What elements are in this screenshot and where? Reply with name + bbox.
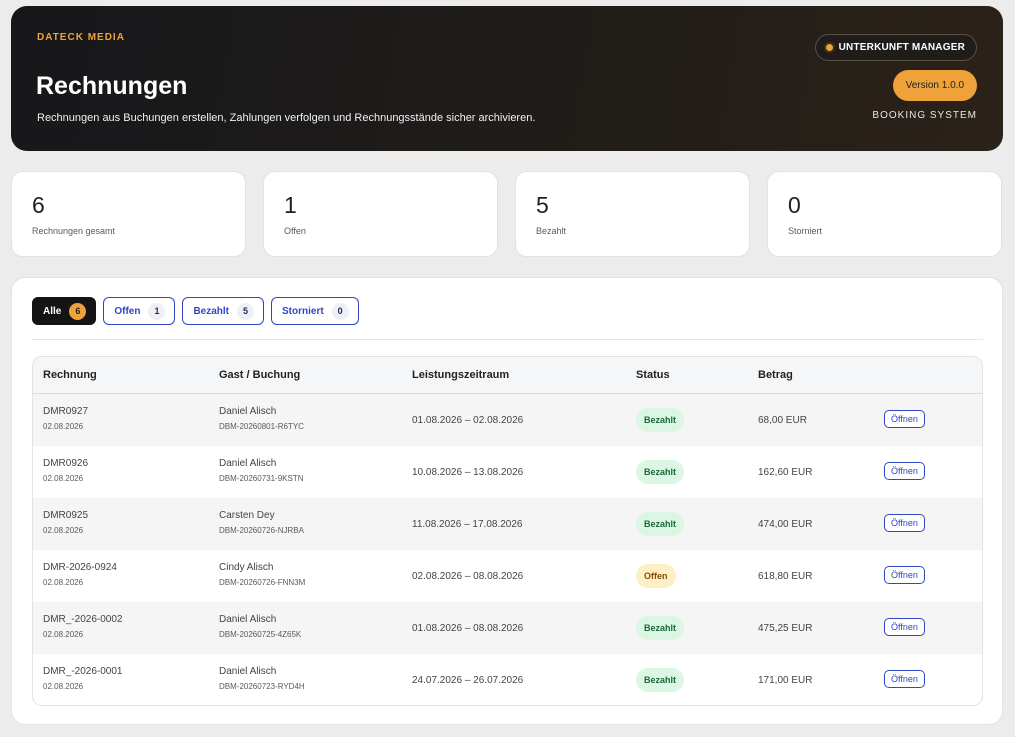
open-invoice-button[interactable]: Öffnen <box>884 566 925 584</box>
invoice-number: DMR-2026-0924 <box>43 562 117 573</box>
invoice-date: 02.08.2026 <box>43 526 84 535</box>
stat-value: 1 <box>284 192 297 218</box>
table-row: DMR0927 02.08.2026 Daniel Alisch DBM-202… <box>33 394 982 446</box>
amount: 171,00 EUR <box>758 675 813 686</box>
status-badge: Bezahlt <box>636 616 685 640</box>
service-period: 10.08.2026 – 13.08.2026 <box>412 467 524 478</box>
manager-label: UNTERKUNFT MANAGER <box>838 42 965 53</box>
open-invoice-button[interactable]: Öffnen <box>884 410 925 428</box>
filter-all[interactable]: Alle 6 <box>32 297 97 325</box>
booking-id: DBM-20260723-RYD4H <box>219 682 305 691</box>
page-title: Rechnungen <box>36 72 188 100</box>
amount: 475,25 EUR <box>758 623 813 634</box>
status-badge: Bezahlt <box>636 408 685 432</box>
filter-cancelled[interactable]: Storniert 0 <box>271 297 359 325</box>
invoice-number: DMR_-2026-0002 <box>43 614 123 625</box>
table-header: Rechnung Gast / Buchung Leistungszeitrau… <box>33 357 982 394</box>
guest-name: Cindy Alisch <box>219 562 274 573</box>
divider <box>32 339 983 340</box>
table-row: DMR0925 02.08.2026 Carsten Dey DBM-20260… <box>33 498 982 550</box>
status-dot-icon <box>825 44 833 51</box>
page-subtitle: Rechnungen aus Buchungen erstellen, Zahl… <box>37 112 536 124</box>
status-badge: Bezahlt <box>636 668 685 692</box>
stat-label: Offen <box>284 226 306 236</box>
amount: 162,60 EUR <box>758 467 813 478</box>
stat-value: 5 <box>536 192 549 218</box>
stat-label: Rechnungen gesamt <box>32 226 116 236</box>
filter-count: 0 <box>331 302 349 320</box>
table-row: DMR_-2026-0001 02.08.2026 Daniel Alisch … <box>33 654 982 705</box>
column-header: Status <box>636 369 670 381</box>
invoice-date: 02.08.2026 <box>43 682 84 691</box>
service-period: 02.08.2026 – 08.08.2026 <box>412 571 524 582</box>
invoice-number: DMR0926 <box>43 458 89 469</box>
guest-name: Daniel Alisch <box>219 666 277 677</box>
filter-label: Storniert <box>282 305 324 317</box>
invoice-date: 02.08.2026 <box>43 630 84 639</box>
stat-card-total: 6 Rechnungen gesamt <box>11 171 246 257</box>
booking-id: DBM-20260731-9KSTN <box>219 474 304 483</box>
table-row: DMR0926 02.08.2026 Daniel Alisch DBM-202… <box>33 446 982 498</box>
booking-id: DBM-20260726-NJRBA <box>219 526 304 535</box>
stat-label: Storniert <box>788 226 823 236</box>
system-label: BOOKING SYSTEM <box>872 110 977 121</box>
status-badge: Bezahlt <box>636 512 685 536</box>
invoice-number: DMR_-2026-0001 <box>43 666 123 677</box>
status-badge: Bezahlt <box>636 460 685 484</box>
stat-card-paid: 5 Bezahlt <box>515 171 750 257</box>
service-period: 24.07.2026 – 26.07.2026 <box>412 675 524 686</box>
column-header: Gast / Buchung <box>219 369 301 381</box>
booking-id: DBM-20260726-FNN3M <box>219 578 306 587</box>
invoice-date: 02.08.2026 <box>43 578 84 587</box>
invoice-panel: Alle 6 Offen 1 Bezahlt 5 Storniert 0 Rec… <box>11 277 1003 725</box>
table-row: DMR_-2026-0002 02.08.2026 Daniel Alisch … <box>33 602 982 654</box>
filter-label: Alle <box>43 305 62 317</box>
column-header: Leistungszeitraum <box>412 369 510 381</box>
guest-name: Daniel Alisch <box>219 458 277 469</box>
column-header: Betrag <box>758 369 793 381</box>
invoice-table: Rechnung Gast / Buchung Leistungszeitrau… <box>32 356 983 706</box>
invoice-number: DMR0927 <box>43 406 89 417</box>
status-badge: Offen <box>636 564 676 588</box>
amount: 68,00 EUR <box>758 415 807 426</box>
amount: 474,00 EUR <box>758 519 813 530</box>
manager-badge: UNTERKUNFT MANAGER <box>814 34 977 61</box>
open-invoice-button[interactable]: Öffnen <box>884 618 925 636</box>
service-period: 11.08.2026 – 17.08.2026 <box>412 519 523 530</box>
filter-count: 1 <box>148 302 166 320</box>
guest-name: Carsten Dey <box>219 510 275 521</box>
invoice-number: DMR0925 <box>43 510 89 521</box>
stat-label: Bezahlt <box>536 226 567 236</box>
guest-name: Daniel Alisch <box>219 614 277 625</box>
invoice-date: 02.08.2026 <box>43 474 84 483</box>
guest-name: Daniel Alisch <box>219 406 277 417</box>
invoice-date: 02.08.2026 <box>43 422 84 431</box>
filter-label: Offen <box>114 305 141 317</box>
stat-value: 0 <box>788 192 801 218</box>
version-badge: Version 1.0.0 <box>892 70 977 101</box>
service-period: 01.08.2026 – 08.08.2026 <box>412 623 524 634</box>
header-banner: DATECK MEDIA Rechnungen Rechnungen aus B… <box>11 6 1003 151</box>
stat-value: 6 <box>32 192 45 218</box>
filter-label: Bezahlt <box>193 305 230 317</box>
filter-open[interactable]: Offen 1 <box>103 297 176 325</box>
open-invoice-button[interactable]: Öffnen <box>884 670 925 688</box>
filter-paid[interactable]: Bezahlt 5 <box>182 297 265 325</box>
stat-card-open: 1 Offen <box>263 171 498 257</box>
filter-count: 6 <box>69 302 87 320</box>
booking-id: DBM-20260725-4Z65K <box>219 630 302 639</box>
amount: 618,80 EUR <box>758 571 813 582</box>
brand-label: DATECK MEDIA <box>37 32 125 43</box>
open-invoice-button[interactable]: Öffnen <box>884 514 925 532</box>
filter-bar: Alle 6 Offen 1 Bezahlt 5 Storniert 0 <box>32 297 359 325</box>
filter-count: 5 <box>237 302 255 320</box>
stat-card-cancelled: 0 Storniert <box>767 171 1002 257</box>
service-period: 01.08.2026 – 02.08.2026 <box>412 415 524 426</box>
column-header: Rechnung <box>43 369 97 381</box>
booking-id: DBM-20260801-R6TYC <box>219 422 304 431</box>
table-row: DMR-2026-0924 02.08.2026 Cindy Alisch DB… <box>33 550 982 602</box>
open-invoice-button[interactable]: Öffnen <box>884 462 925 480</box>
